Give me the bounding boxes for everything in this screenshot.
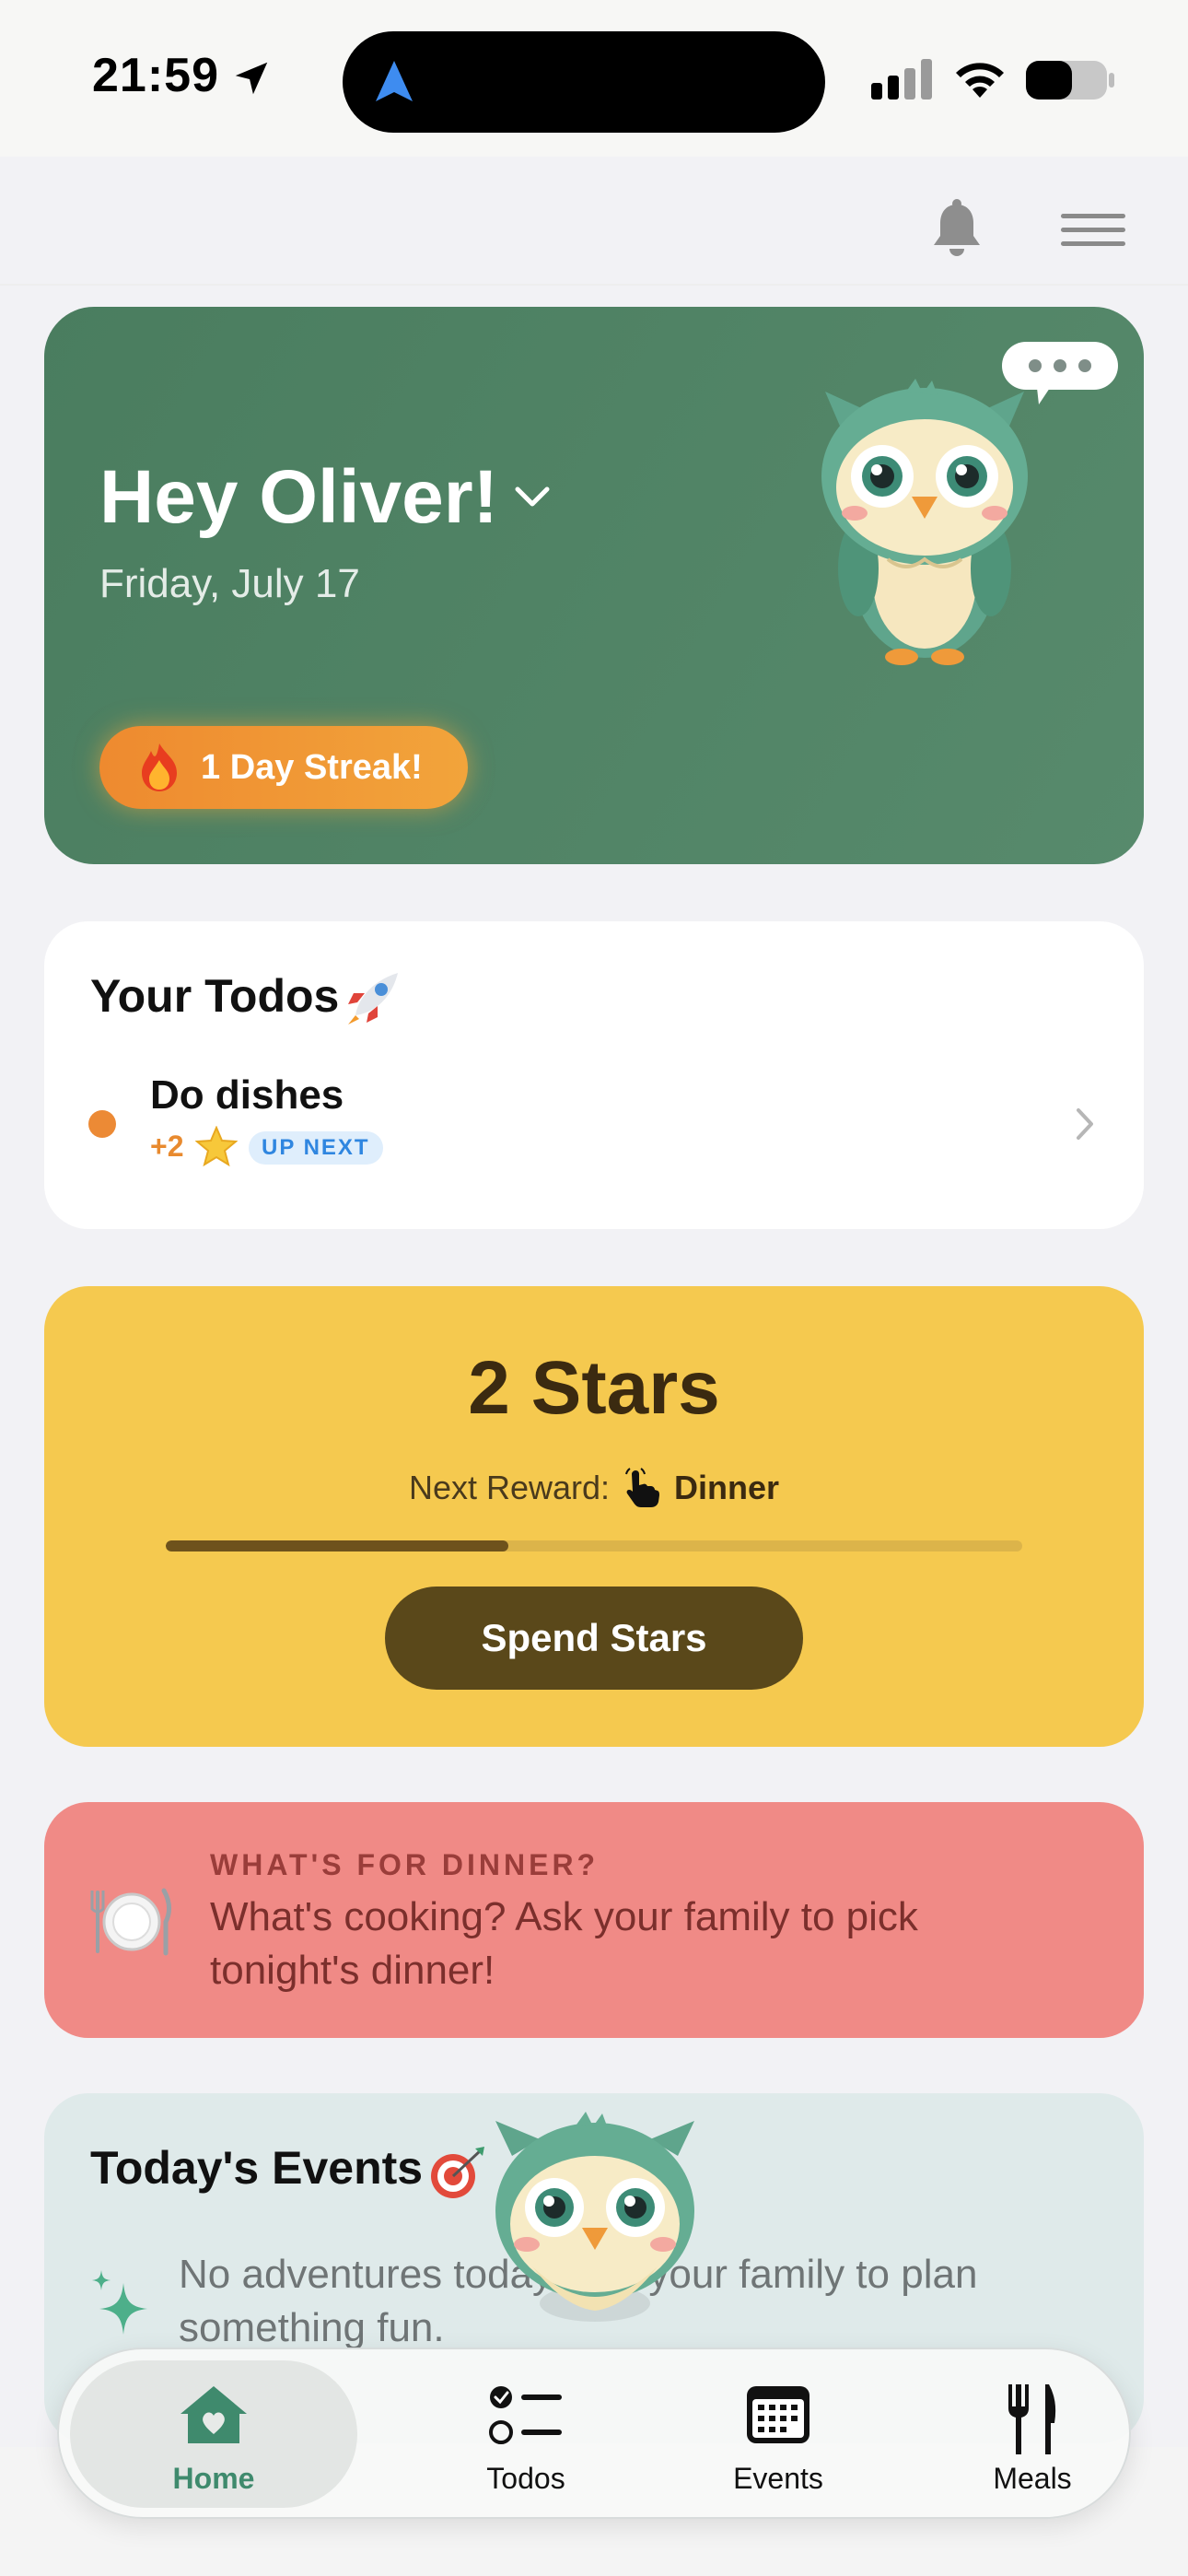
speech-bubble-icon [1002, 342, 1118, 404]
dart-target-icon [431, 2147, 484, 2198]
cellular-signal-icon [871, 59, 932, 100]
events-title: Today's Events [90, 2142, 424, 2194]
greeting-title[interactable]: Hey Oliver! [99, 454, 498, 541]
floating-owl-button[interactable] [488, 2110, 702, 2331]
dinner-card[interactable]: WHAT'S FOR DINNER? What's cooking? Ask y… [44, 1802, 1144, 2038]
fire-icon [142, 744, 177, 791]
greeting-date: Friday, July 17 [99, 561, 360, 606]
status-time: 21:59 [92, 49, 219, 102]
tab-events[interactable]: Events [654, 2360, 903, 2508]
todo-item-do-dishes[interactable]: Do dishes +2 UP NEXT [44, 1060, 1144, 1179]
next-reward-name: Dinner [674, 1469, 780, 1506]
stars-count: 2 Stars [468, 1346, 720, 1430]
tab-meals[interactable]: Meals [908, 2360, 1157, 2508]
reward-progress-fill [166, 1540, 508, 1551]
tab-home-label: Home [172, 2462, 255, 2495]
spend-stars-button[interactable]: Spend Stars [385, 1587, 803, 1690]
rocket-icon [348, 973, 398, 1025]
chevron-down-icon[interactable] [512, 484, 553, 511]
menu-icon[interactable] [1061, 214, 1125, 251]
star-icon [195, 1126, 238, 1166]
tab-meals-label: Meals [993, 2462, 1072, 2495]
next-reward-row: Next Reward: Dinner [44, 1467, 1144, 1509]
greeting-card: Hey Oliver! Friday, July 17 1 Day Streak… [44, 307, 1144, 864]
chevron-right-icon [1077, 1108, 1093, 1140]
streak-label: 1 Day Streak! [201, 747, 423, 787]
streak-badge[interactable]: 1 Day Streak! [99, 726, 468, 809]
next-reward-label: Next Reward: [408, 1469, 611, 1506]
todo-points: +2 [150, 1130, 184, 1163]
wifi-icon [956, 63, 1004, 98]
sparkles-icon [92, 2270, 147, 2335]
navigation-icon [376, 61, 413, 101]
tab-todos-label: Todos [486, 2462, 565, 2495]
status-bar: 21:59 [0, 0, 1188, 157]
bell-icon[interactable] [928, 199, 985, 260]
checklist-icon [489, 2386, 562, 2444]
todos-title: Your Todos [90, 970, 340, 1022]
dinner-kicker: WHAT'S FOR DINNER? [210, 1848, 600, 1881]
location-arrow-icon [235, 62, 268, 95]
header-divider [0, 284, 1188, 286]
battery-icon [1026, 61, 1114, 100]
home-heart-icon [181, 2386, 247, 2443]
fork-knife-icon [1008, 2384, 1056, 2454]
todos-card: Your Todos Do dishes +2 UP NEXT [44, 921, 1144, 1229]
todo-name: Do dishes [150, 1072, 344, 1118]
stars-card: 2 Stars Next Reward: Dinner Spend Stars [44, 1286, 1144, 1747]
owl-mascot-icon [821, 379, 1028, 665]
tab-bar: Home Todos Events Meals [57, 2348, 1131, 2519]
reward-progress-bar [166, 1540, 1022, 1551]
tab-events-label: Events [733, 2462, 823, 2495]
tab-todos[interactable]: Todos [402, 2360, 650, 2508]
dynamic-island [343, 31, 825, 133]
header-actions [0, 166, 1188, 286]
up-next-badge: UP NEXT [249, 1131, 383, 1165]
plate-utensils-icon [90, 1888, 171, 1956]
calendar-icon [747, 2386, 809, 2443]
pointing-hand-icon [625, 1468, 660, 1507]
tab-home[interactable]: Home [70, 2360, 357, 2508]
dinner-prompt: What's cooking? Ask your family to pick … [210, 1894, 918, 1993]
todo-status-dot [88, 1110, 116, 1138]
